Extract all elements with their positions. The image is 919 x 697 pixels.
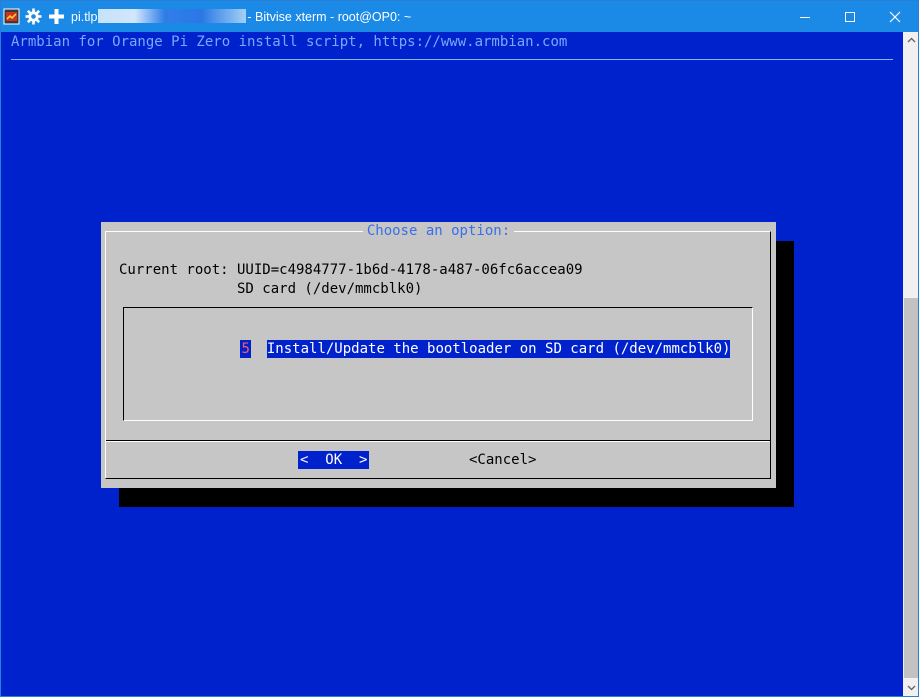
ok-button[interactable]: < OK > <box>298 451 370 469</box>
plus-icon[interactable] <box>48 8 65 25</box>
terminal-window: pi.tlp - Bitvise xterm - root@OP0: ~ Armb… <box>0 0 919 697</box>
terminal-app-icon[interactable] <box>3 8 20 25</box>
vertical-scrollbar[interactable] <box>903 32 918 696</box>
maximize-button[interactable] <box>827 1 873 32</box>
scroll-up-button[interactable] <box>903 32 918 48</box>
chevron-up-icon <box>907 37 915 43</box>
gear-icon[interactable] <box>25 8 42 25</box>
window-title-suffix: - Bitvise xterm - root@OP0: ~ <box>247 10 412 24</box>
menu-item-label: Install/Update the bootloader on SD card… <box>266 340 731 358</box>
redacted-hostname <box>98 9 247 23</box>
backtitle: Armbian for Orange Pi Zero install scrip… <box>11 34 568 50</box>
scroll-down-button[interactable] <box>903 680 918 696</box>
current-device-line: SD card (/dev/mmcblk0) <box>119 281 423 297</box>
window-title: pi.tlp - Bitvise xterm - root@OP0: ~ <box>71 9 411 25</box>
menu-item-install-bootloader[interactable]: 5 Install/Update the bootloader on SD car… <box>173 322 731 358</box>
cancel-button[interactable]: <Cancel> <box>469 451 536 469</box>
menu-item-tag: 5 <box>240 340 251 358</box>
button-divider-highlight <box>106 441 770 442</box>
scrollbar-thumb[interactable] <box>904 298 918 678</box>
window-title-host: pi.tlp <box>71 10 98 24</box>
minimize-button[interactable] <box>782 1 828 32</box>
minimize-icon <box>800 16 810 18</box>
dialog-title: Choose an option: <box>101 223 776 240</box>
chevron-down-icon <box>907 685 915 691</box>
menu-dialog: Choose an option: Current root: UUID=c49… <box>101 222 776 488</box>
dialog-title-text: Choose an option: <box>362 223 515 239</box>
backtitle-rule <box>11 59 893 60</box>
close-button[interactable] <box>872 1 918 32</box>
current-root-line: Current root: UUID=c4984777-1b6d-4178-a4… <box>119 262 583 278</box>
title-bar[interactable]: pi.tlp - Bitvise xterm - root@OP0: ~ <box>1 1 918 32</box>
menu-list: 5 Install/Update the bootloader on SD car… <box>123 307 753 421</box>
maximize-icon <box>845 11 855 22</box>
close-icon <box>889 11 901 22</box>
